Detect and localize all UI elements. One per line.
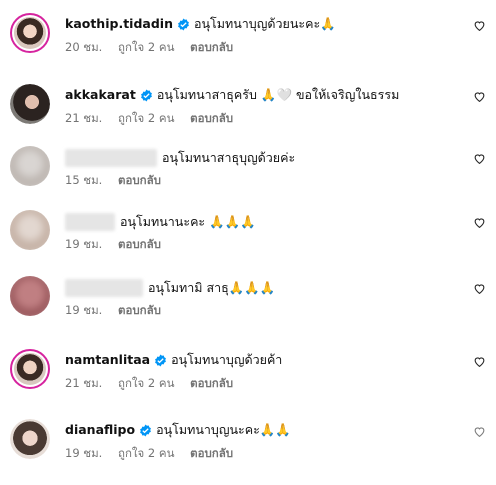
comment-text: อนุโมทามิ สาธุ🙏🙏🙏 — [148, 280, 276, 295]
heart-outline-icon[interactable] — [473, 216, 486, 229]
comment-username[interactable]: kaothip.tidadin — [65, 16, 173, 32]
comment-text: อนุโมทนาสาธุครับ 🙏🤍 ขอให้เจริญในธรรม — [156, 87, 400, 102]
avatar[interactable] — [10, 419, 50, 459]
comment-item: dianaflipo อนุโมทนาบุญนะคะ🙏🙏 19 ชม. ถูกใ… — [0, 419, 496, 485]
comment-item: อนุโมทามิ สาธุ🙏🙏🙏 19 ชม. ตอบกลับ — [0, 276, 496, 342]
comment-item: kaothip.tidadin อนุโมทนาบุญด้วยนะคะ🙏 20 … — [0, 13, 496, 79]
heart-outline-icon[interactable] — [473, 425, 486, 438]
reply-button[interactable]: ตอบกลับ — [190, 446, 233, 460]
comment-time: 19 ชม. — [65, 237, 103, 251]
comment-likes[interactable]: ถูกใจ 2 คน — [118, 376, 174, 390]
comment-item: อนุโมทนาสาธุบุญด้วยค่ะ 15 ชม. ตอบกลับ — [0, 146, 496, 212]
comment-username[interactable]: dianaflipo — [65, 422, 135, 438]
comment-likes[interactable]: ถูกใจ 2 คน — [118, 446, 174, 460]
verified-badge-icon — [140, 424, 152, 436]
reply-button[interactable]: ตอบกลับ — [190, 376, 233, 390]
comment-time: 21 ชม. — [65, 111, 103, 125]
comment-item: akkakarat อนุโมทนาสาธุครับ 🙏🤍 ขอให้เจริญ… — [0, 84, 496, 150]
comment-item: อนุโมทนานะคะ 🙏🙏🙏 19 ชม. ตอบกลับ — [0, 210, 496, 276]
avatar[interactable] — [10, 13, 50, 53]
comment-text: อนุโมทนาบุญด้วยค้า — [171, 352, 283, 367]
heart-outline-icon[interactable] — [473, 355, 486, 368]
heart-outline-icon[interactable] — [473, 152, 486, 165]
comment-text: อนุโมทนาบุญด้วยนะคะ🙏 — [193, 16, 336, 31]
comment-text: อนุโมทนาสาธุบุญด้วยค่ะ — [162, 150, 296, 165]
comment-time: 15 ชม. — [65, 173, 103, 187]
comment-text: อนุโมทนานะคะ 🙏🙏🙏 — [120, 214, 256, 229]
reply-button[interactable]: ตอบกลับ — [190, 40, 233, 54]
comment-list: kaothip.tidadin อนุโมทนาบุญด้วยนะคะ🙏 20 … — [0, 0, 496, 475]
comment-time: 19 ชม. — [65, 303, 103, 317]
comment-time: 20 ชม. — [65, 40, 103, 54]
comment-username[interactable]: namtanlitaa — [65, 352, 150, 368]
verified-badge-icon — [178, 18, 189, 30]
avatar[interactable] — [10, 84, 50, 124]
avatar[interactable] — [10, 349, 50, 389]
comment-time: 21 ชม. — [65, 376, 103, 390]
reply-button[interactable]: ตอบกลับ — [118, 303, 161, 317]
reply-button[interactable]: ตอบกลับ — [118, 237, 161, 251]
verified-badge-icon — [140, 89, 152, 101]
comment-username[interactable]: akkakarat — [65, 87, 136, 103]
avatar[interactable] — [10, 146, 50, 186]
redacted-username — [65, 213, 115, 231]
heart-outline-icon[interactable] — [473, 90, 486, 103]
comment-text: อนุโมทนาบุญนะคะ🙏🙏 — [156, 422, 291, 437]
comment-item: namtanlitaa อนุโมทนาบุญด้วยค้า 21 ชม. ถู… — [0, 349, 496, 415]
comment-time: 19 ชม. — [65, 446, 103, 460]
comment-likes[interactable]: ถูกใจ 2 คน — [118, 40, 174, 54]
verified-badge-icon — [155, 354, 167, 366]
redacted-username — [65, 149, 157, 167]
reply-button[interactable]: ตอบกลับ — [118, 173, 161, 187]
comment-likes[interactable]: ถูกใจ 2 คน — [118, 111, 174, 125]
reply-button[interactable]: ตอบกลับ — [190, 111, 233, 125]
redacted-username — [65, 279, 143, 297]
avatar[interactable] — [10, 210, 50, 250]
avatar[interactable] — [10, 276, 50, 316]
heart-outline-icon[interactable] — [473, 282, 486, 295]
heart-outline-icon[interactable] — [473, 19, 486, 32]
